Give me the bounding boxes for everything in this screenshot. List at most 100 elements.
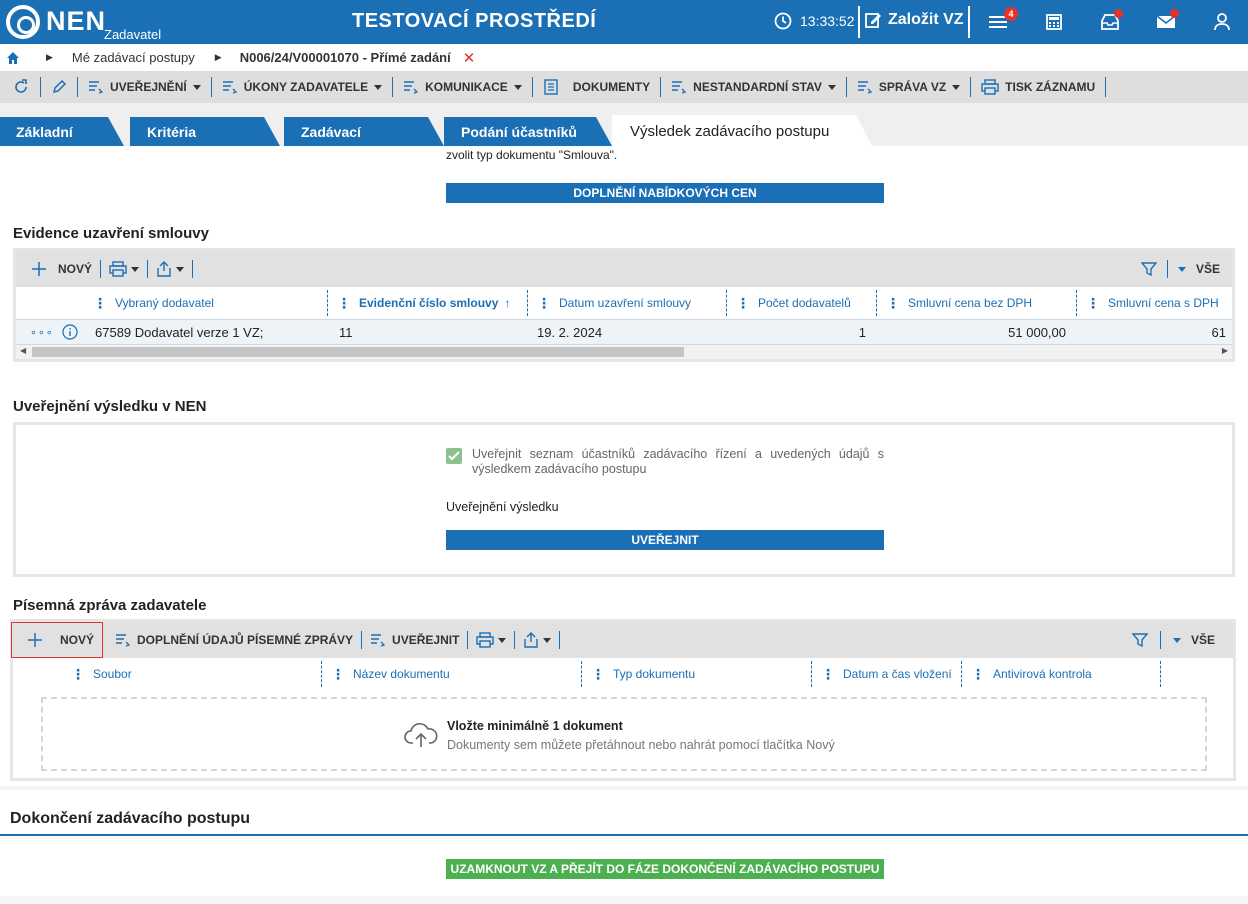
checkmark-icon [448,451,460,461]
brand-name[interactable]: NEN [46,6,106,37]
tab-kriteria-hodnoceni[interactable]: Kritéria hodnocení [130,117,280,146]
caret-down-icon[interactable] [1177,266,1186,272]
column-label: Datum a čas vložení [843,667,952,681]
column-menu-icon[interactable]: ⋮ [886,295,900,312]
pisemna-new-label: NOVÝ [60,633,95,647]
scrollbar-thumb[interactable] [32,347,684,357]
column-header-cislo[interactable]: ⋮ Evidenční číslo smlouvy ↑ [327,287,527,319]
column-menu-icon[interactable]: ⋮ [537,295,551,312]
evidence-all-label[interactable]: VŠE [1196,262,1220,276]
pisemna-all-label[interactable]: VŠE [1191,633,1215,647]
cell-cislo: 11 [339,324,353,340]
printer-icon [981,79,999,95]
home-icon[interactable] [6,51,20,65]
filter-icon[interactable] [1140,261,1157,277]
calculator-icon[interactable] [1042,10,1066,34]
page-footer-strip [0,896,1248,904]
column-label: Typ dokumentu [613,667,696,681]
pisemna-uverejnit-button[interactable]: UVEŘEJNIT [370,633,459,647]
tisk-button[interactable]: TISK ZÁZNAMU [977,79,1099,95]
cloud-upload-icon [404,723,438,747]
breadcrumb-item-current[interactable]: N006/24/V00001070 - Přímé zadání [240,50,451,65]
list-action-icon [371,634,386,647]
nen-logo-icon[interactable] [6,5,40,39]
tab-zadavaci-podminky[interactable]: Zadávací podmínky [284,117,444,146]
list-action-icon [222,81,237,94]
column-menu-icon[interactable]: ⋮ [93,295,107,312]
column-header-soubor[interactable]: ⋮ Soubor [61,658,321,690]
uverejnit-button[interactable]: UVEŘEJNIT [446,530,884,550]
ukony-label: ÚKONY ZADAVATELE [243,80,369,94]
pisemna-section-title: Písemná zpráva zadavatele [13,597,207,614]
info-icon[interactable] [62,324,78,340]
uverejneni-menu[interactable]: UVEŘEJNĚNÍ [84,80,205,94]
doplneni-udaju-button[interactable]: DOPLNĚNÍ ÚDAJŮ PÍSEMNÉ ZPRÁVY [115,633,353,647]
upload-drop-zone[interactable]: Vložte minimálně 1 dokument Dokumenty se… [41,697,1207,771]
column-header-datum-cas[interactable]: ⋮ Datum a čas vložení [811,658,961,690]
divider [531,77,533,97]
uverejnit-seznam-checkbox[interactable] [446,448,462,464]
column-menu-icon[interactable]: ⋮ [337,295,351,312]
create-vz-button[interactable]: Založit VZ [864,11,964,29]
divider [527,290,528,316]
column-menu-icon[interactable]: ⋮ [736,295,750,312]
divider [559,631,561,649]
column-header-cena-s[interactable]: ⋮ Smluvní cena s DPH [1076,287,1232,319]
refresh-button[interactable] [8,78,34,96]
evidence-new-button[interactable]: NOVÝ [30,260,92,278]
scroll-left-icon[interactable]: ◀ [20,346,26,355]
user-icon[interactable] [1210,10,1234,34]
dokumenty-button[interactable]: DOKUMENTY [539,79,654,95]
caret-down-icon [176,266,185,272]
column-header-antivirova[interactable]: ⋮ Antivirová kontrola [961,658,1161,690]
column-menu-icon[interactable]: ⋮ [331,666,345,683]
divider [581,661,582,687]
create-vz-label: Založit VZ [888,11,964,28]
column-menu-icon[interactable]: ⋮ [591,666,605,683]
pisemna-print-menu[interactable] [476,632,507,648]
evidence-print-menu[interactable] [109,261,140,277]
doplneni-nabidkovych-cen-button[interactable]: DOPLNĚNÍ NABÍDKOVÝCH CEN [446,183,884,203]
caret-down-icon[interactable] [1172,637,1181,643]
edit-button[interactable] [47,79,71,95]
tab-podani-ucastniku[interactable]: Podání účastníků ZP [444,117,612,146]
column-header-nazev[interactable]: ⋮ Název dokumentu [321,658,581,690]
breadcrumb-item-my-procedures[interactable]: Mé zadávací postupy [72,50,195,65]
pisemna-new-button[interactable]: NOVÝ [11,622,104,658]
table-row[interactable]: ∘∘∘ 67589 Dodavatel verze 1 VZ; 11 19. 2… [16,319,1232,345]
close-icon[interactable]: ✕ [463,49,476,67]
divider [192,260,194,278]
column-header-typ[interactable]: ⋮ Typ dokumentu [581,658,811,690]
divider [210,77,212,97]
sprava-menu[interactable]: SPRÁVA VZ [853,80,964,94]
evidence-export-menu[interactable] [156,261,185,277]
column-header-pocet[interactable]: ⋮ Počet dodavatelů [726,287,876,319]
horizontal-scrollbar[interactable]: ◀ ▶ [16,345,1232,359]
row-actions-icon[interactable]: ∘∘∘ [30,326,54,339]
column-menu-icon[interactable]: ⋮ [1086,295,1100,312]
divider [726,290,727,316]
pisemna-export-menu[interactable] [523,632,552,648]
scroll-right-icon[interactable]: ▶ [1222,346,1228,355]
column-header-datum[interactable]: ⋮ Datum uzavření smlouvy [527,287,726,319]
list-action-icon [672,81,687,94]
column-menu-icon[interactable]: ⋮ [971,666,985,683]
divider [1076,290,1077,316]
komunikace-menu[interactable]: KOMUNIKACE [399,80,526,94]
nestandardni-menu[interactable]: NESTANDARDNÍ STAV [667,80,840,94]
column-menu-icon[interactable]: ⋮ [821,666,835,683]
column-header-dodavatel[interactable]: ⋮ Vybraný dodavatel [83,287,327,319]
chevron-right-icon: ▶ [214,52,222,62]
divider [321,661,322,687]
main-toolbar: UVEŘEJNĚNÍ ÚKONY ZADAVATELE KOMUNIKACE D… [0,71,1248,103]
caret-down-icon [827,84,836,90]
divider [811,661,812,687]
filter-icon[interactable] [1131,632,1148,648]
ukony-menu[interactable]: ÚKONY ZADAVATELE [218,80,386,94]
tab-vysledek-zadavaciho-postupu[interactable]: Výsledek zadávacího postupu [612,115,872,146]
dokumenty-label: DOKUMENTY [572,80,651,94]
column-header-cena-bez[interactable]: ⋮ Smluvní cena bez DPH [876,287,1076,319]
column-menu-icon[interactable]: ⋮ [71,666,85,683]
tab-zakladni-udaje[interactable]: Základní údaje [0,117,124,146]
uzamknout-vz-button[interactable]: UZAMKNOUT VZ A PŘEJÍT DO FÁZE DOKONČENÍ … [446,859,884,879]
